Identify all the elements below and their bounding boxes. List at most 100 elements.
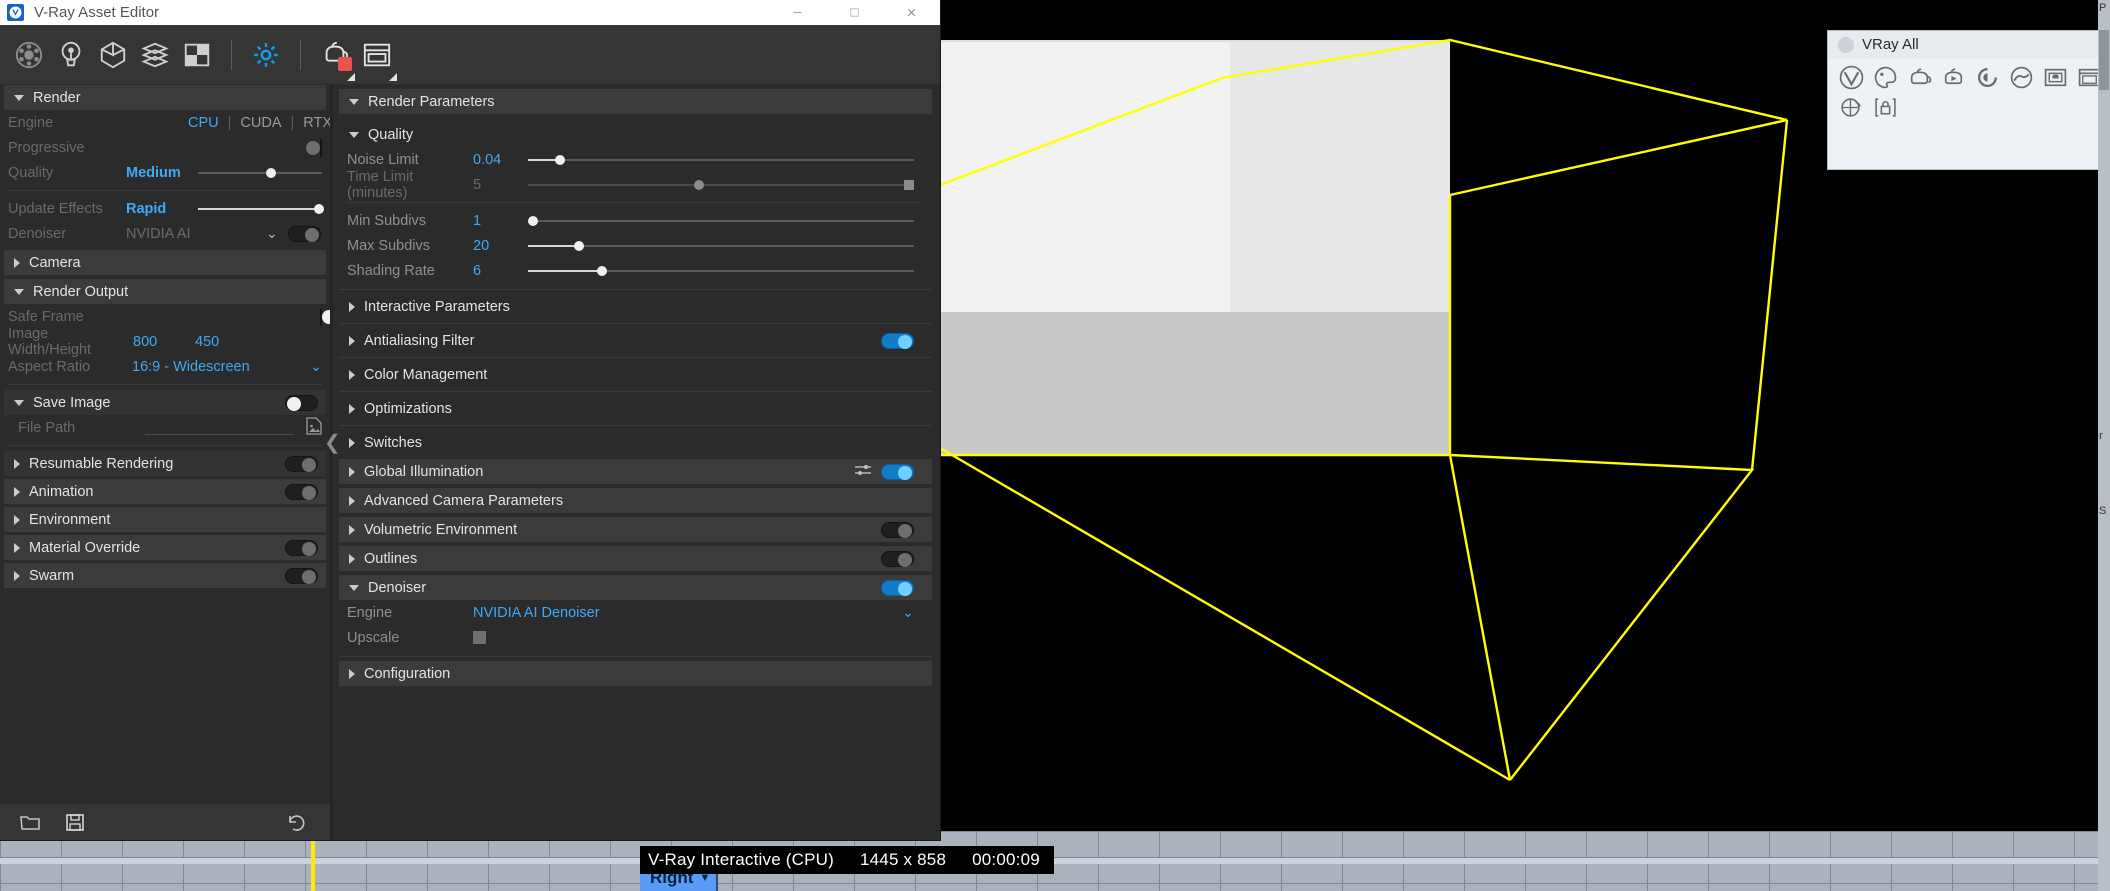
image-height-input[interactable]: 450 — [195, 334, 219, 350]
section-render[interactable]: Render — [4, 85, 326, 110]
outlines-toggle[interactable] — [881, 550, 914, 567]
chevron-down-icon[interactable]: ⌄ — [310, 358, 322, 375]
denoiser-section-toggle[interactable] — [881, 579, 914, 596]
chevron-left-icon[interactable]: ❮ — [324, 430, 341, 455]
volumetric-environment-toggle[interactable] — [881, 521, 914, 538]
section-switches[interactable]: Switches — [339, 430, 932, 455]
dropdown-corner-icon-2[interactable] — [389, 72, 397, 81]
section-swarm[interactable]: Swarm — [4, 563, 326, 588]
host-scrollbar[interactable] — [2099, 30, 2109, 90]
section-animation[interactable]: Animation — [4, 479, 326, 504]
chevron-down-icon[interactable]: ⌄ — [266, 225, 278, 242]
antialiasing-filter-toggle[interactable] — [881, 332, 914, 349]
section-render-parameters[interactable]: Render Parameters — [339, 89, 932, 114]
render-teapot-icon[interactable] — [1902, 62, 1936, 92]
section-interactive-parameters[interactable]: Interactive Parameters — [339, 294, 932, 319]
denoiser-value[interactable]: NVIDIA AI — [126, 226, 266, 242]
settings-gear-icon[interactable] — [245, 33, 287, 77]
textures-icon[interactable] — [176, 33, 218, 77]
asset-editor-icon[interactable] — [1868, 62, 1902, 92]
section-configuration[interactable]: Configuration — [339, 661, 932, 686]
render-status-bar: V-Ray Interactive (CPU) 1445 x 858 00:00… — [640, 846, 1054, 874]
max-subdivs-slider[interactable] — [528, 238, 914, 254]
denoiser-engine-value[interactable]: NVIDIA AI Denoiser — [473, 605, 600, 621]
section-advanced-camera-parameters[interactable]: Advanced Camera Parameters — [339, 488, 932, 513]
time-limit-value[interactable]: 5 — [473, 177, 528, 193]
timeline-playhead[interactable] — [311, 831, 315, 891]
render-elements-icon[interactable] — [134, 33, 176, 77]
chevron-right-icon — [349, 403, 355, 414]
folder-open-icon[interactable] — [20, 813, 65, 832]
vray-logo-icon[interactable] — [1834, 62, 1868, 92]
close-icon[interactable] — [883, 0, 940, 25]
noise-limit-value[interactable]: 0.04 — [473, 152, 528, 168]
frame-buffer-icon[interactable] — [2038, 62, 2072, 92]
min-subdivs-value[interactable]: 1 — [473, 213, 528, 229]
render-parameters-panel: ❮ Render Parameters Quality Noise Limit … — [324, 85, 940, 840]
sliders-icon[interactable] — [855, 464, 871, 480]
upscale-checkbox[interactable] — [473, 631, 486, 644]
save-image-toggle[interactable] — [285, 394, 318, 411]
section-camera[interactable]: Camera — [4, 250, 326, 275]
time-limit-slider[interactable] — [528, 177, 914, 193]
lock-icon[interactable] — [1868, 92, 1902, 122]
section-denoiser[interactable]: Denoiser — [339, 575, 932, 600]
file-image-icon[interactable] — [306, 416, 322, 439]
section-environment[interactable]: Environment — [4, 507, 326, 532]
resumable-rendering-toggle[interactable] — [285, 455, 318, 472]
quality-value[interactable]: Medium — [126, 165, 198, 181]
render-with-vray-icon[interactable] — [314, 33, 356, 81]
max-subdivs-value[interactable]: 20 — [473, 238, 528, 254]
noise-limit-label: Noise Limit — [347, 151, 419, 168]
noise-limit-slider[interactable] — [528, 152, 914, 168]
section-global-illumination[interactable]: Global Illumination — [339, 459, 932, 484]
denoiser-toggle[interactable] — [287, 225, 321, 242]
engine-option-cpu[interactable]: CPU — [188, 115, 219, 131]
material-override-toggle[interactable] — [285, 539, 318, 556]
animation-toggle[interactable] — [285, 483, 318, 500]
progressive-toggle[interactable] — [306, 138, 322, 157]
engine-option-rtx[interactable]: RTX — [303, 115, 332, 131]
render-last-icon[interactable] — [1970, 62, 2004, 92]
quality-slider[interactable] — [198, 165, 322, 181]
materials-icon[interactable] — [8, 33, 50, 77]
frame-buffer-icon[interactable] — [356, 33, 398, 81]
min-subdivs-slider[interactable] — [528, 213, 914, 229]
global-illumination-toggle[interactable] — [881, 463, 914, 480]
section-outlines[interactable]: Outlines — [339, 546, 932, 571]
undo-revert-icon[interactable] — [286, 813, 310, 832]
section-render-label: Render — [33, 89, 81, 106]
update-effects-value[interactable]: Rapid — [126, 201, 198, 217]
panel-scrollbar[interactable] — [936, 85, 940, 840]
vray-all-tab[interactable]: VRay All — [1828, 31, 2109, 58]
section-color-management[interactable]: Color Management — [339, 362, 932, 387]
section-resumable-rendering[interactable]: Resumable Rendering — [4, 451, 326, 476]
lights-icon[interactable] — [50, 33, 92, 77]
section-volumetric-environment[interactable]: Volumetric Environment — [339, 517, 932, 542]
image-width-input[interactable]: 800 — [133, 334, 195, 350]
section-optimizations[interactable]: Optimizations — [339, 396, 932, 421]
safe-frame-toggle[interactable] — [320, 307, 336, 326]
section-quality[interactable]: Quality — [339, 122, 932, 147]
floppy-save-icon[interactable] — [65, 813, 110, 832]
dropdown-corner-icon[interactable] — [347, 72, 355, 81]
section-save-image[interactable]: Save Image — [4, 390, 326, 415]
render-interactive-icon[interactable] — [1936, 62, 1970, 92]
shading-rate-value[interactable]: 6 — [473, 263, 528, 279]
maximize-icon[interactable] — [826, 0, 883, 25]
section-antialiasing-filter[interactable]: Antialiasing Filter — [339, 328, 932, 353]
minimize-icon[interactable] — [769, 0, 826, 25]
section-render-output[interactable]: Render Output — [4, 279, 326, 304]
aspect-ratio-value[interactable]: 16:9 - Widescreen — [132, 359, 250, 375]
update-effects-slider[interactable] — [198, 201, 324, 217]
file-path-input[interactable] — [145, 434, 294, 435]
chevron-down-icon[interactable]: ⌄ — [902, 604, 914, 621]
shading-rate-slider[interactable] — [528, 263, 914, 279]
section-material-override[interactable]: Material Override — [4, 535, 326, 560]
swarm-toggle[interactable] — [285, 567, 318, 584]
engine-option-cuda[interactable]: CUDA — [240, 115, 281, 131]
viewport-render-icon[interactable] — [1834, 92, 1868, 122]
geometry-icon[interactable] — [92, 33, 134, 77]
render-cloud-icon[interactable] — [2004, 62, 2038, 92]
timeline[interactable] — [0, 831, 2110, 891]
